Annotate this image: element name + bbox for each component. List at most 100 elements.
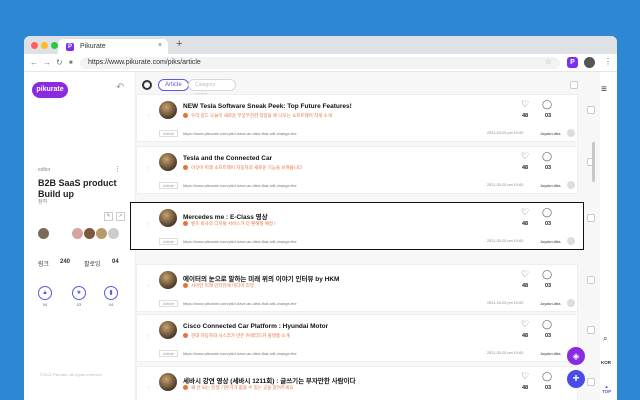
comment-icon[interactable]: ◯ (542, 319, 552, 330)
article-title[interactable]: NEW Tesla Software Sneak Peek: Top Futur… (183, 103, 352, 110)
comment-icon[interactable]: ◯ (542, 99, 552, 110)
comment-icon[interactable]: ◯ (542, 207, 552, 218)
star-action-icon[interactable]: ★ (72, 286, 86, 300)
like-icon[interactable]: ♡ (521, 269, 529, 280)
bookmark-action-icon[interactable]: ▮ (104, 286, 118, 300)
article-card[interactable]: ○ 세바시 강연 영상 (세바시 1211회) : 글쓰기는 부자만한 사람이다 왜… (136, 366, 578, 400)
browser-tab[interactable]: P Pikurate × (58, 39, 168, 54)
scrollbar-thumb[interactable] (592, 142, 595, 182)
url-field[interactable]: https://www.pikurate.com/piks/article ☆ (80, 57, 560, 69)
comment-count: 03 (544, 283, 552, 289)
row-checkbox[interactable] (587, 276, 595, 284)
article-author[interactable]: Joyakn.dba (540, 131, 560, 136)
edit-icon[interactable]: ✎ (104, 212, 113, 221)
share-icon[interactable]: ↗ (116, 212, 125, 221)
filter-category-pill[interactable]: Category name (188, 79, 236, 98)
back-arrow-icon[interactable]: ← (30, 58, 38, 67)
undo-icon[interactable]: ↶ (116, 82, 124, 93)
star-count: 03 (76, 302, 82, 307)
like-icon[interactable]: ♡ (521, 319, 529, 330)
article-card[interactable]: ○ Tesla and the Connected Car 이것이 미래 소프트웨어… (136, 146, 578, 194)
article-title[interactable]: Mercedes me : E-Class 영상 (183, 211, 268, 221)
article-thumbnail[interactable] (159, 271, 177, 289)
article-author[interactable]: Joyakn.dba (540, 183, 560, 188)
like-icon[interactable]: ♡ (521, 371, 529, 382)
article-title[interactable]: 세바시 강연 영상 (세바시 1211회) : 글쓰기는 부자만한 사람이다 (183, 375, 356, 385)
article-summary: 현대 자동차와 시스코가 만든 커넥티드카 플랫폼 소개 (183, 333, 290, 339)
article-author[interactable]: Joyakn.dba (540, 351, 560, 356)
article-thumbnail[interactable] (159, 321, 177, 339)
article-thumbnail[interactable] (159, 373, 177, 391)
article-card[interactable]: ○ Cisco Connected Car Platform : Hyundai … (136, 314, 578, 362)
scroll-to-top-button[interactable]: ▲ TOP (602, 384, 611, 394)
drag-handle-icon[interactable]: ○ (147, 385, 150, 391)
comment-icon[interactable]: ◯ (542, 269, 552, 280)
layers-fab-icon[interactable]: ◈ (567, 347, 585, 365)
author-avatar[interactable] (567, 299, 575, 307)
pikurate-logo[interactable]: pikurate (32, 82, 68, 98)
article-summary-text: 왜 안 되는 인생 기본기가 없을 수 있는 곳을 알려주세요 (191, 385, 294, 390)
member-avatar[interactable] (96, 228, 107, 239)
article-url[interactable]: https://www.pikurate.com/pik/i-have-an-i… (183, 351, 297, 356)
editor-label: editor (38, 167, 51, 173)
article-card[interactable]: ○ Mercedes me : E-Class 영상 벤츠 회사의 디지털 서비스가… (130, 202, 584, 250)
article-url[interactable]: https://www.pikurate.com/pik/i-have-an-i… (183, 301, 297, 306)
article-url[interactable]: https://www.pikurate.com/pik/i-have-an-i… (183, 239, 297, 244)
toolbar-checkbox[interactable] (570, 81, 578, 89)
member-avatar[interactable] (72, 228, 83, 239)
like-count: 48 (521, 221, 529, 227)
search-icon[interactable]: ⌕ (603, 334, 607, 344)
row-checkbox[interactable] (587, 326, 595, 334)
drag-handle-icon[interactable]: ○ (147, 165, 150, 171)
reload-icon[interactable]: ↻ (56, 58, 63, 67)
article-url[interactable]: https://www.pikurate.com/pik/i-have-an-i… (183, 183, 297, 188)
like-icon[interactable]: ♡ (521, 151, 529, 162)
drag-handle-icon[interactable]: ○ (147, 283, 150, 289)
drag-handle-icon[interactable]: ○ (147, 333, 150, 339)
minimize-window-dot[interactable] (41, 42, 48, 49)
article-thumbnail[interactable] (159, 153, 177, 171)
close-window-dot[interactable] (31, 42, 38, 49)
article-card[interactable]: ○ NEW Tesla Software Sneak Peek: Top Futu… (136, 94, 578, 142)
owner-avatar[interactable] (38, 228, 49, 239)
select-all-radio[interactable] (142, 80, 152, 90)
browser-menu-icon[interactable]: ⋮ (604, 57, 612, 66)
more-options-icon[interactable]: ⋮ (114, 165, 121, 173)
author-avatar[interactable] (567, 237, 575, 245)
comment-icon[interactable]: ◯ (542, 371, 552, 382)
bookmark-star-icon[interactable]: ☆ (545, 57, 552, 66)
article-author[interactable]: Joyakn.dba (540, 239, 560, 244)
filter-article-pill[interactable]: Article (158, 79, 189, 91)
author-avatar[interactable] (567, 181, 575, 189)
add-fab-button[interactable]: + (567, 370, 585, 388)
article-thumbnail[interactable] (159, 101, 177, 119)
member-avatar[interactable] (84, 228, 95, 239)
new-tab-button[interactable]: + (176, 38, 182, 50)
comment-icon[interactable]: ◯ (542, 151, 552, 162)
lock-icon: ■ (69, 60, 73, 66)
lock-action-icon[interactable]: 🔒︎ (38, 286, 52, 300)
drag-handle-icon[interactable]: ○ (147, 221, 150, 227)
article-title[interactable]: 에이터의 눈으로 말하는 미래 위의 이야기 인터뷰 by HKM (183, 273, 339, 283)
article-url[interactable]: https://www.pikurate.com/pik/i-have-an-i… (183, 131, 297, 136)
row-checkbox[interactable] (587, 378, 595, 386)
maximize-window-dot[interactable] (51, 42, 58, 49)
article-author[interactable]: Joyakn.dba (540, 301, 560, 306)
article-card[interactable]: ○ 에이터의 눈으로 말하는 미래 위의 이야기 인터뷰 by HKM 사이언 미래… (136, 264, 578, 312)
forward-arrow-icon[interactable]: → (43, 58, 51, 67)
article-title[interactable]: Cisco Connected Car Platform : Hyundai M… (183, 323, 328, 330)
article-title[interactable]: Tesla and the Connected Car (183, 155, 272, 162)
member-avatar-more[interactable] (108, 228, 119, 239)
like-icon[interactable]: ♡ (521, 207, 529, 218)
pikurate-extension-icon[interactable]: P (567, 57, 578, 68)
account-avatar-icon[interactable] (584, 57, 595, 68)
row-checkbox[interactable] (587, 214, 595, 222)
drag-handle-icon[interactable]: ○ (147, 113, 150, 119)
article-thumbnail[interactable] (159, 209, 177, 227)
row-checkbox[interactable] (587, 106, 595, 114)
author-avatar[interactable] (567, 129, 575, 137)
language-toggle[interactable]: KOR (601, 360, 611, 365)
tab-close-icon[interactable]: × (158, 42, 162, 49)
like-icon[interactable]: ♡ (521, 99, 529, 110)
hamburger-menu-icon[interactable]: ≡ (601, 84, 607, 95)
